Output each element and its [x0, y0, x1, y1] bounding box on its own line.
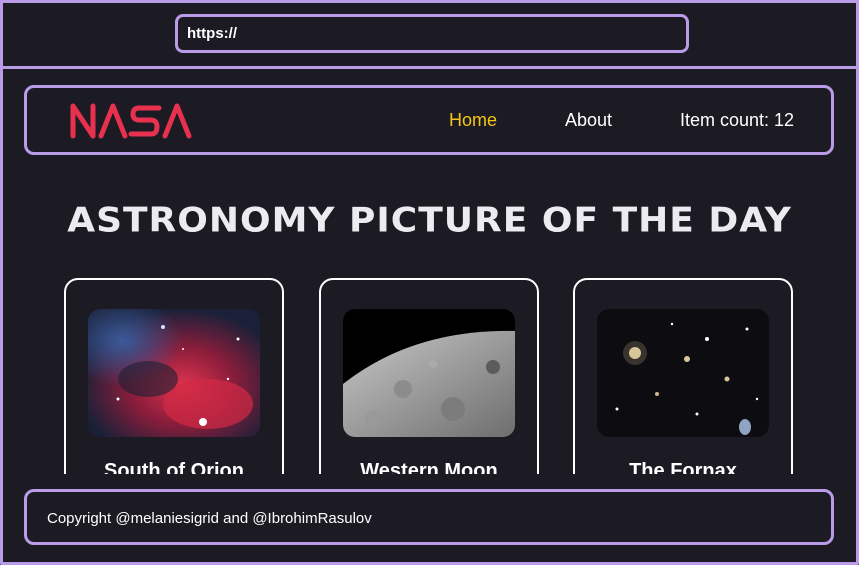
- apod-card[interactable]: Western Moon: [319, 278, 539, 474]
- card-title: South of Orion: [104, 460, 244, 474]
- apod-card[interactable]: South of Orion: [64, 278, 284, 474]
- card-title: Western Moon: [360, 460, 498, 474]
- card-image-orion[interactable]: [88, 309, 260, 437]
- footer-copyright: Copyright @melaniesigrid and @IbrohimRas…: [47, 510, 372, 527]
- card-image-moon[interactable]: [343, 309, 515, 437]
- card-title: The Fornax: [629, 460, 737, 474]
- footer: Copyright @melaniesigrid and @IbrohimRas…: [24, 489, 834, 545]
- browser-bar: https://: [0, 0, 859, 69]
- nasa-logo[interactable]: [67, 96, 197, 144]
- card-grid: South of Orion Western Moon The Fornax: [0, 270, 859, 474]
- navbar: Home About Item count: 12: [24, 85, 834, 155]
- card-image-fornax[interactable]: [597, 309, 769, 437]
- item-count: Item count: 12: [680, 110, 795, 130]
- nav-home-link[interactable]: Home: [449, 110, 497, 131]
- nav-about-link[interactable]: About: [565, 110, 612, 131]
- apod-card[interactable]: The Fornax: [573, 278, 793, 474]
- url-input[interactable]: https://: [175, 14, 689, 53]
- page-title: Astronomy Picture of the Day: [67, 201, 792, 240]
